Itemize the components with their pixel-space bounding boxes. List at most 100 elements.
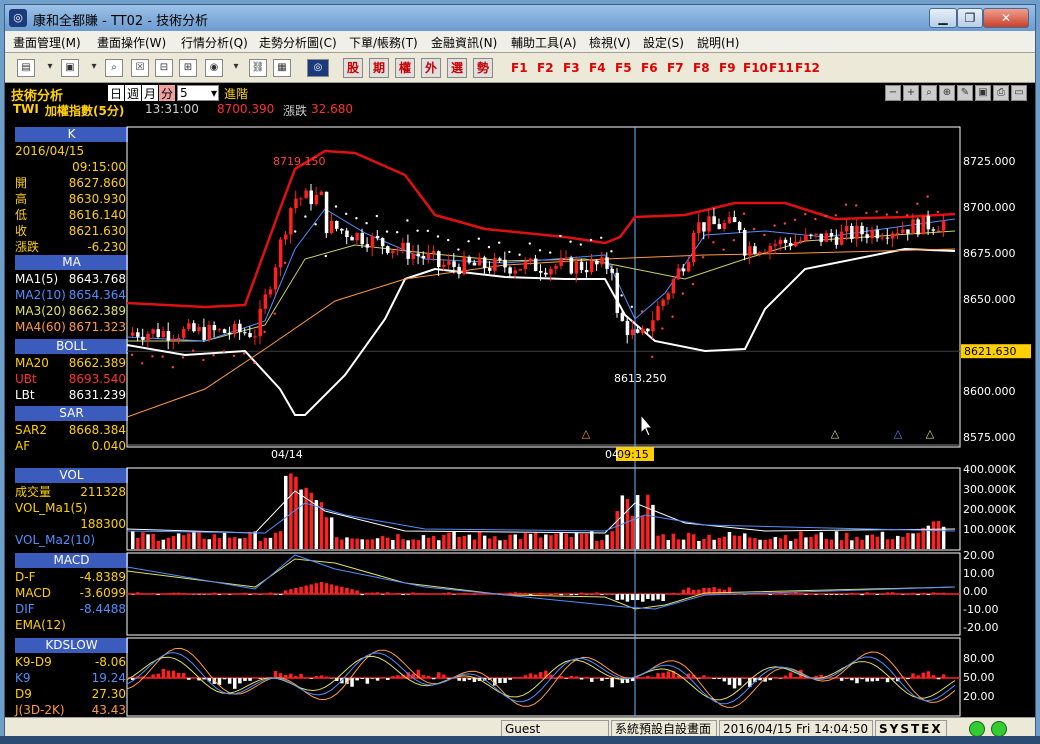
- save-icon[interactable]: ▣: [975, 85, 991, 101]
- menu-screen-operate[interactable]: 畫面操作(W): [97, 34, 166, 51]
- select-button[interactable]: 選: [447, 58, 467, 78]
- f8-key[interactable]: F8: [693, 61, 710, 75]
- comment-icon[interactable]: ✎: [957, 85, 973, 101]
- period-day[interactable]: 日: [108, 85, 124, 101]
- advanced-link[interactable]: 進階: [224, 85, 248, 102]
- logo-icon[interactable]: ◎: [307, 59, 329, 77]
- trend-button[interactable]: 勢: [473, 58, 493, 78]
- futures-button[interactable]: 期: [369, 58, 389, 78]
- kd-bar: [289, 673, 293, 678]
- dropdown-icon[interactable]: ▾: [227, 59, 245, 77]
- stock-button[interactable]: 股: [343, 58, 363, 78]
- volume-bar: [712, 539, 716, 549]
- macd-bar: [554, 593, 558, 594]
- f3-key[interactable]: F3: [563, 61, 580, 75]
- candle-body: [819, 233, 823, 242]
- menu-tools[interactable]: 輔助工具(A): [511, 34, 577, 51]
- sar-dot: [732, 238, 735, 242]
- candle-body: [238, 323, 242, 333]
- menu-trend-chart[interactable]: 走勢分析圖(C): [259, 34, 337, 51]
- search-icon[interactable]: ⌕: [105, 59, 123, 77]
- f9-key[interactable]: F9: [719, 61, 736, 75]
- period-week[interactable]: 週: [125, 85, 141, 101]
- f10-key[interactable]: F10: [743, 61, 768, 75]
- close-button[interactable]: ✕: [983, 8, 1029, 28]
- chart-canvas[interactable]: 8725.000 8700.000 8675.000 8650.000 8600.000…: [5, 119, 1035, 717]
- kd-bar: [309, 678, 313, 679]
- macd-bar: [447, 592, 451, 594]
- f7-key[interactable]: F7: [667, 61, 684, 75]
- menu-help[interactable]: 說明(H): [697, 34, 739, 51]
- sar-dot: [895, 211, 899, 214]
- maximize-button[interactable]: ❐: [957, 8, 983, 28]
- chart-area[interactable]: K 2016/04/15 09:15:00 開 8627.860 高 8630.930…: [5, 119, 1035, 717]
- dropdown-icon[interactable]: ▾: [41, 59, 59, 77]
- macd-bar: [936, 592, 941, 594]
- monitor-icon[interactable]: ▣: [61, 59, 79, 77]
- candle-body: [666, 293, 670, 300]
- kd-bar: [737, 678, 742, 686]
- link-icon[interactable]: ⛓: [249, 59, 267, 77]
- macd-tick-label: -10.00: [963, 603, 998, 616]
- menu-settings[interactable]: 設定(S): [643, 34, 684, 51]
- f5-key[interactable]: F5: [615, 61, 632, 75]
- candle-body: [880, 237, 885, 239]
- last-time: 13:31:00: [145, 102, 199, 116]
- sar-dot: [610, 250, 613, 253]
- f4-key[interactable]: F4: [589, 61, 606, 75]
- interval-select[interactable]: 5 ▾: [177, 85, 219, 101]
- title-bar[interactable]: ◎ 康和全都賺 - TT02 - 技術分析 ▁ ❐ ✕: [5, 5, 1035, 31]
- macd-bar: [834, 594, 839, 595]
- f12-key[interactable]: F12: [795, 61, 820, 75]
- magnify-plus-icon[interactable]: ⊕: [939, 85, 955, 101]
- period-month[interactable]: 月: [142, 85, 158, 101]
- volume-bar: [686, 532, 691, 549]
- menu-view[interactable]: 檢視(V): [589, 34, 631, 51]
- volume-bar: [773, 537, 778, 549]
- dropdown-icon[interactable]: ▾: [85, 59, 103, 77]
- folder-icon[interactable]: ▭: [1011, 85, 1027, 101]
- zoom-in-icon[interactable]: +: [903, 85, 919, 101]
- minimize-button[interactable]: ▁: [929, 8, 957, 28]
- kd-bar: [600, 678, 604, 681]
- split-icon[interactable]: ⊟: [155, 59, 173, 77]
- f2-key[interactable]: F2: [537, 61, 554, 75]
- f11-key[interactable]: F11: [769, 61, 794, 75]
- volume-bar: [569, 537, 574, 549]
- candle-body: [635, 329, 640, 333]
- kd-bar: [437, 672, 441, 678]
- annotation-high: 8719.150: [273, 155, 326, 168]
- kd-bar: [528, 673, 533, 678]
- kd-bar: [590, 678, 594, 682]
- kd-bar: [176, 672, 181, 678]
- globe-icon[interactable]: ◉: [205, 59, 223, 77]
- kd-bar: [564, 678, 568, 679]
- layout-icon[interactable]: ▤: [17, 59, 35, 77]
- close-window-icon[interactable]: ☒: [131, 59, 149, 77]
- warrant-button[interactable]: 權: [395, 58, 415, 78]
- volume-bar: [340, 539, 344, 549]
- candle-body: [569, 257, 574, 274]
- kd-bar: [431, 678, 436, 680]
- f6-key[interactable]: F6: [641, 61, 658, 75]
- print-icon[interactable]: ⎙: [993, 85, 1009, 101]
- period-minute[interactable]: 分: [159, 85, 175, 101]
- menu-market-analysis[interactable]: 行情分析(Q): [181, 34, 248, 51]
- candle-body: [941, 221, 946, 231]
- f1-key[interactable]: F1: [511, 61, 528, 75]
- candle-body: [299, 198, 303, 200]
- menu-order-account[interactable]: 下單/帳務(T): [349, 34, 418, 51]
- grid-icon[interactable]: ⊞: [179, 59, 197, 77]
- foreign-button[interactable]: 外: [421, 58, 441, 78]
- kd-bar: [182, 673, 186, 678]
- chart-icon[interactable]: ▦: [273, 59, 291, 77]
- magnify-icon[interactable]: ⌕: [921, 85, 937, 101]
- kd-bar: [870, 678, 874, 682]
- kd-bar: [151, 674, 155, 678]
- kd-bar: [523, 675, 528, 678]
- volume-bar: [197, 532, 201, 549]
- zoom-out-icon[interactable]: −: [885, 85, 901, 101]
- volume-bar: [528, 533, 533, 549]
- menu-finance-info[interactable]: 金融資訊(N): [431, 34, 497, 51]
- menu-screen-manage[interactable]: 畫面管理(M): [13, 34, 81, 51]
